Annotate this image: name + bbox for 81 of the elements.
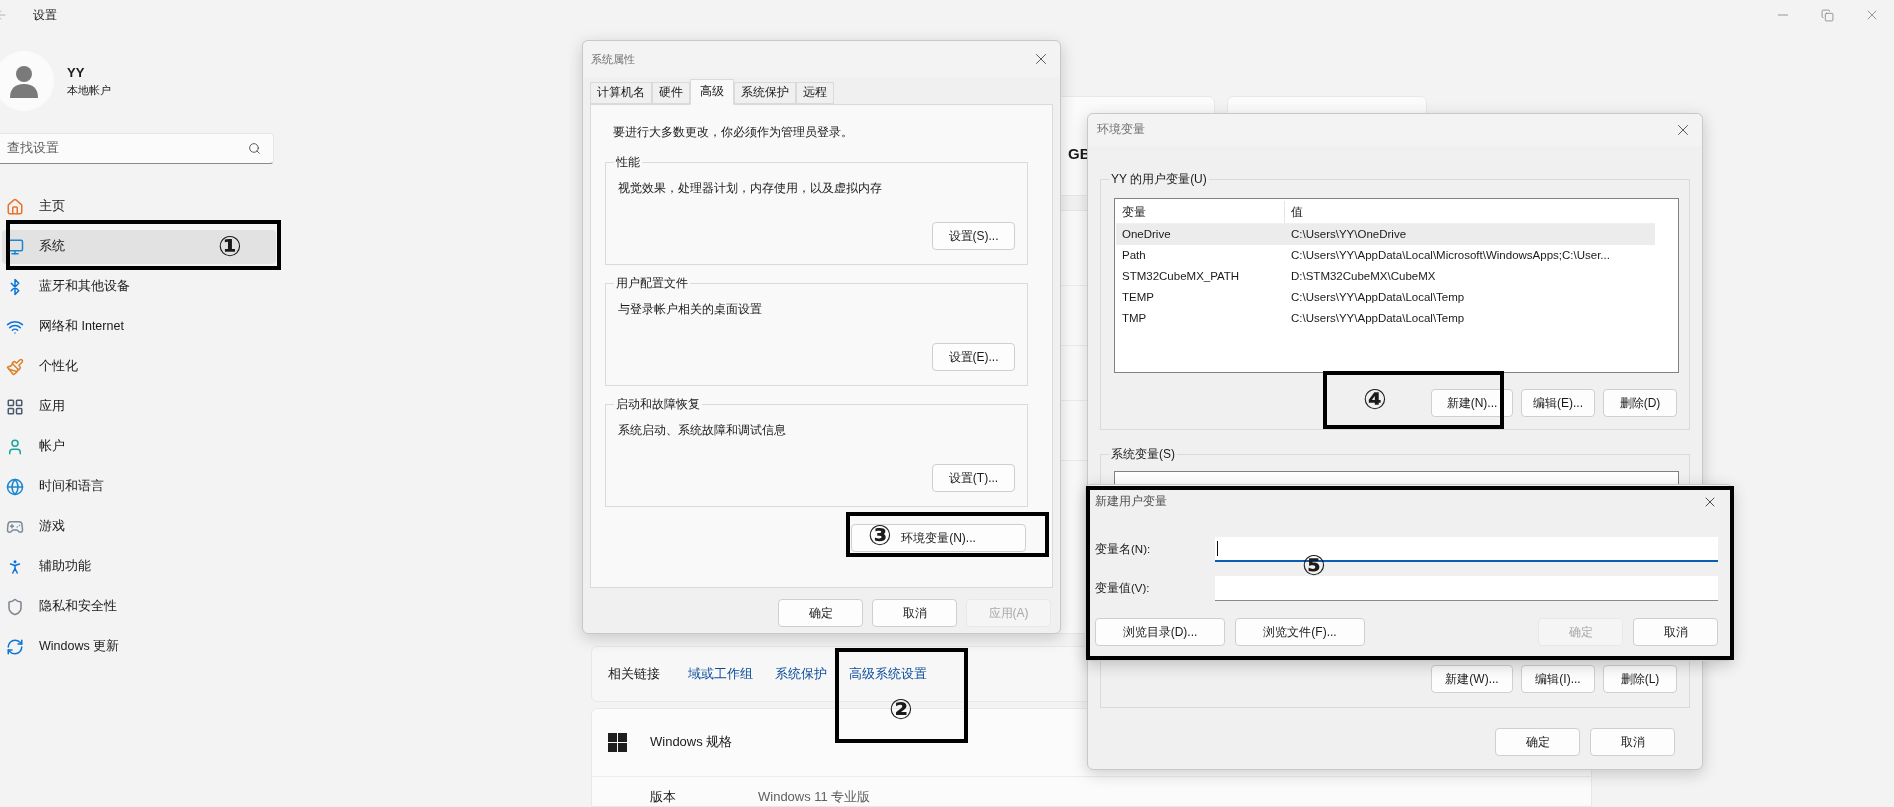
related-link[interactable]: 系统保护	[775, 663, 827, 684]
step-number: ③	[868, 522, 892, 550]
variable-name: Path	[1121, 247, 1147, 263]
spec-label: 版本	[650, 787, 677, 806]
related-link[interactable]: 高级系统设置	[849, 663, 927, 684]
column-header[interactable]: 变量	[1116, 200, 1285, 223]
dialog-button[interactable]: 取消	[872, 599, 957, 627]
related-link[interactable]: 域或工作组	[688, 663, 753, 684]
dialog-button[interactable]: 新建(N)...	[1431, 389, 1513, 417]
variable-value: C:\Users\YY\OneDrive	[1290, 226, 1407, 242]
account-name: YY	[67, 63, 86, 82]
dialog-button[interactable]: 设置(E)...	[932, 343, 1015, 371]
dialog-button[interactable]: 设置(T)...	[932, 464, 1015, 492]
list-row[interactable]: TEMP C:\Users\YY\AppData\Local\Temp	[1116, 287, 1655, 308]
search-placeholder: 查找设置	[7, 139, 59, 158]
window-title: 设置	[33, 7, 57, 25]
dialog-button[interactable]: 取消	[1590, 728, 1675, 756]
related-links-label: 相关链接	[608, 664, 660, 683]
search-icon	[248, 141, 261, 155]
variable-value: C:\Users\YY\AppData\Local\Microsoft\WindowsApps;C:\User...	[1290, 247, 1610, 263]
field-label: 变量值(V):	[1095, 580, 1151, 596]
variable-value: C:\Users\YY\AppData\Local\Temp	[1290, 310, 1465, 326]
tab[interactable]: 远程	[796, 82, 834, 104]
dialog-button[interactable]: 新建(W)...	[1431, 665, 1513, 693]
list-row[interactable]: Path C:\Users\YY\AppData\Local\Microsoft\WindowsApps;C:\User...	[1116, 245, 1655, 266]
dialog-title: 新建用户变量	[1095, 494, 1167, 510]
list-row[interactable]: STM32CubeMX_PATH D:\STM32CubeMX\CubeMX	[1116, 266, 1655, 287]
home-icon	[6, 197, 24, 216]
search-field[interactable]: 查找设置	[0, 132, 274, 164]
variable-name: TEMP	[1121, 289, 1155, 305]
group-title: 性能	[614, 154, 642, 170]
windows-logo-icon	[608, 732, 627, 752]
group-description: 系统启动、系统故障和调试信息	[618, 423, 787, 438]
variable-name: TMP	[1121, 310, 1148, 326]
dialog-button[interactable]: 设置(S)...	[932, 222, 1015, 250]
group-description: 与登录帐户相关的桌面设置	[618, 302, 763, 317]
variable-value: D:\STM32CubeMX\CubeMX	[1290, 268, 1436, 284]
variable-value: C:\Users\YY\AppData\Local\Temp	[1290, 289, 1465, 305]
paintbrush-icon	[6, 357, 24, 376]
dialog-button[interactable]: 确定	[1495, 728, 1580, 756]
account-type: 本地帐户	[67, 82, 111, 98]
group-title: 用户配置文件	[614, 275, 690, 291]
step-number: ②	[889, 696, 913, 724]
dialog-button[interactable]: 确定	[778, 599, 863, 627]
dialog-button[interactable]: 删除(D)	[1603, 389, 1677, 417]
step-number: ①	[218, 233, 242, 261]
field-label: 变量名(N):	[1095, 541, 1152, 557]
tab[interactable]: 系统保护	[734, 82, 796, 104]
globe-icon	[6, 477, 24, 496]
card-title: Windows 规格	[650, 733, 733, 752]
variable-name: STM32CubeMX_PATH	[1121, 268, 1241, 284]
dialog-button[interactable]: 取消	[1633, 618, 1718, 646]
person-icon	[8, 63, 40, 98]
list-row[interactable]: OneDrive C:\Users\YY\OneDrive	[1116, 224, 1655, 245]
text-cursor	[1217, 541, 1218, 556]
user-icon	[6, 437, 24, 456]
group-description: 视觉效果，处理器计划，内存使用，以及虚拟内存	[618, 181, 883, 196]
input-field[interactable]	[1215, 576, 1718, 601]
dialog-button[interactable]: 删除(L)	[1603, 665, 1677, 693]
dialog-button[interactable]: 浏览文件(F)...	[1235, 618, 1365, 646]
dialog-button[interactable]: 编辑(I)...	[1521, 665, 1595, 693]
variable-name: OneDrive	[1121, 226, 1172, 242]
group-title: 启动和故障恢复	[614, 396, 702, 412]
dialog-button[interactable]: 编辑(E)...	[1521, 389, 1595, 417]
list-row[interactable]: TMP C:\Users\YY\AppData\Local\Temp	[1116, 308, 1655, 329]
tab[interactable]: 高级	[690, 79, 734, 105]
tab[interactable]: 计算机名	[590, 82, 652, 104]
shield-icon	[6, 597, 24, 616]
notice-text: 要进行大多数更改，你必须作为管理员登录。	[613, 125, 854, 140]
dialog-title: 环境变量	[1097, 122, 1145, 138]
restore-icon[interactable]	[1821, 8, 1834, 22]
spec-value: Windows 11 专业版	[758, 787, 871, 806]
column-header[interactable]: 值	[1285, 200, 1303, 223]
update-icon	[6, 637, 24, 656]
group-title: YY 的用户变量(U)	[1109, 171, 1209, 187]
group-title: 系统变量(S)	[1109, 446, 1177, 462]
dialog-title: 系统属性	[591, 51, 635, 67]
dialog-button[interactable]: 浏览目录(D)...	[1095, 618, 1225, 646]
step-number: ④	[1363, 386, 1387, 414]
tab[interactable]: 硬件	[652, 82, 690, 104]
apps-icon	[6, 397, 24, 416]
